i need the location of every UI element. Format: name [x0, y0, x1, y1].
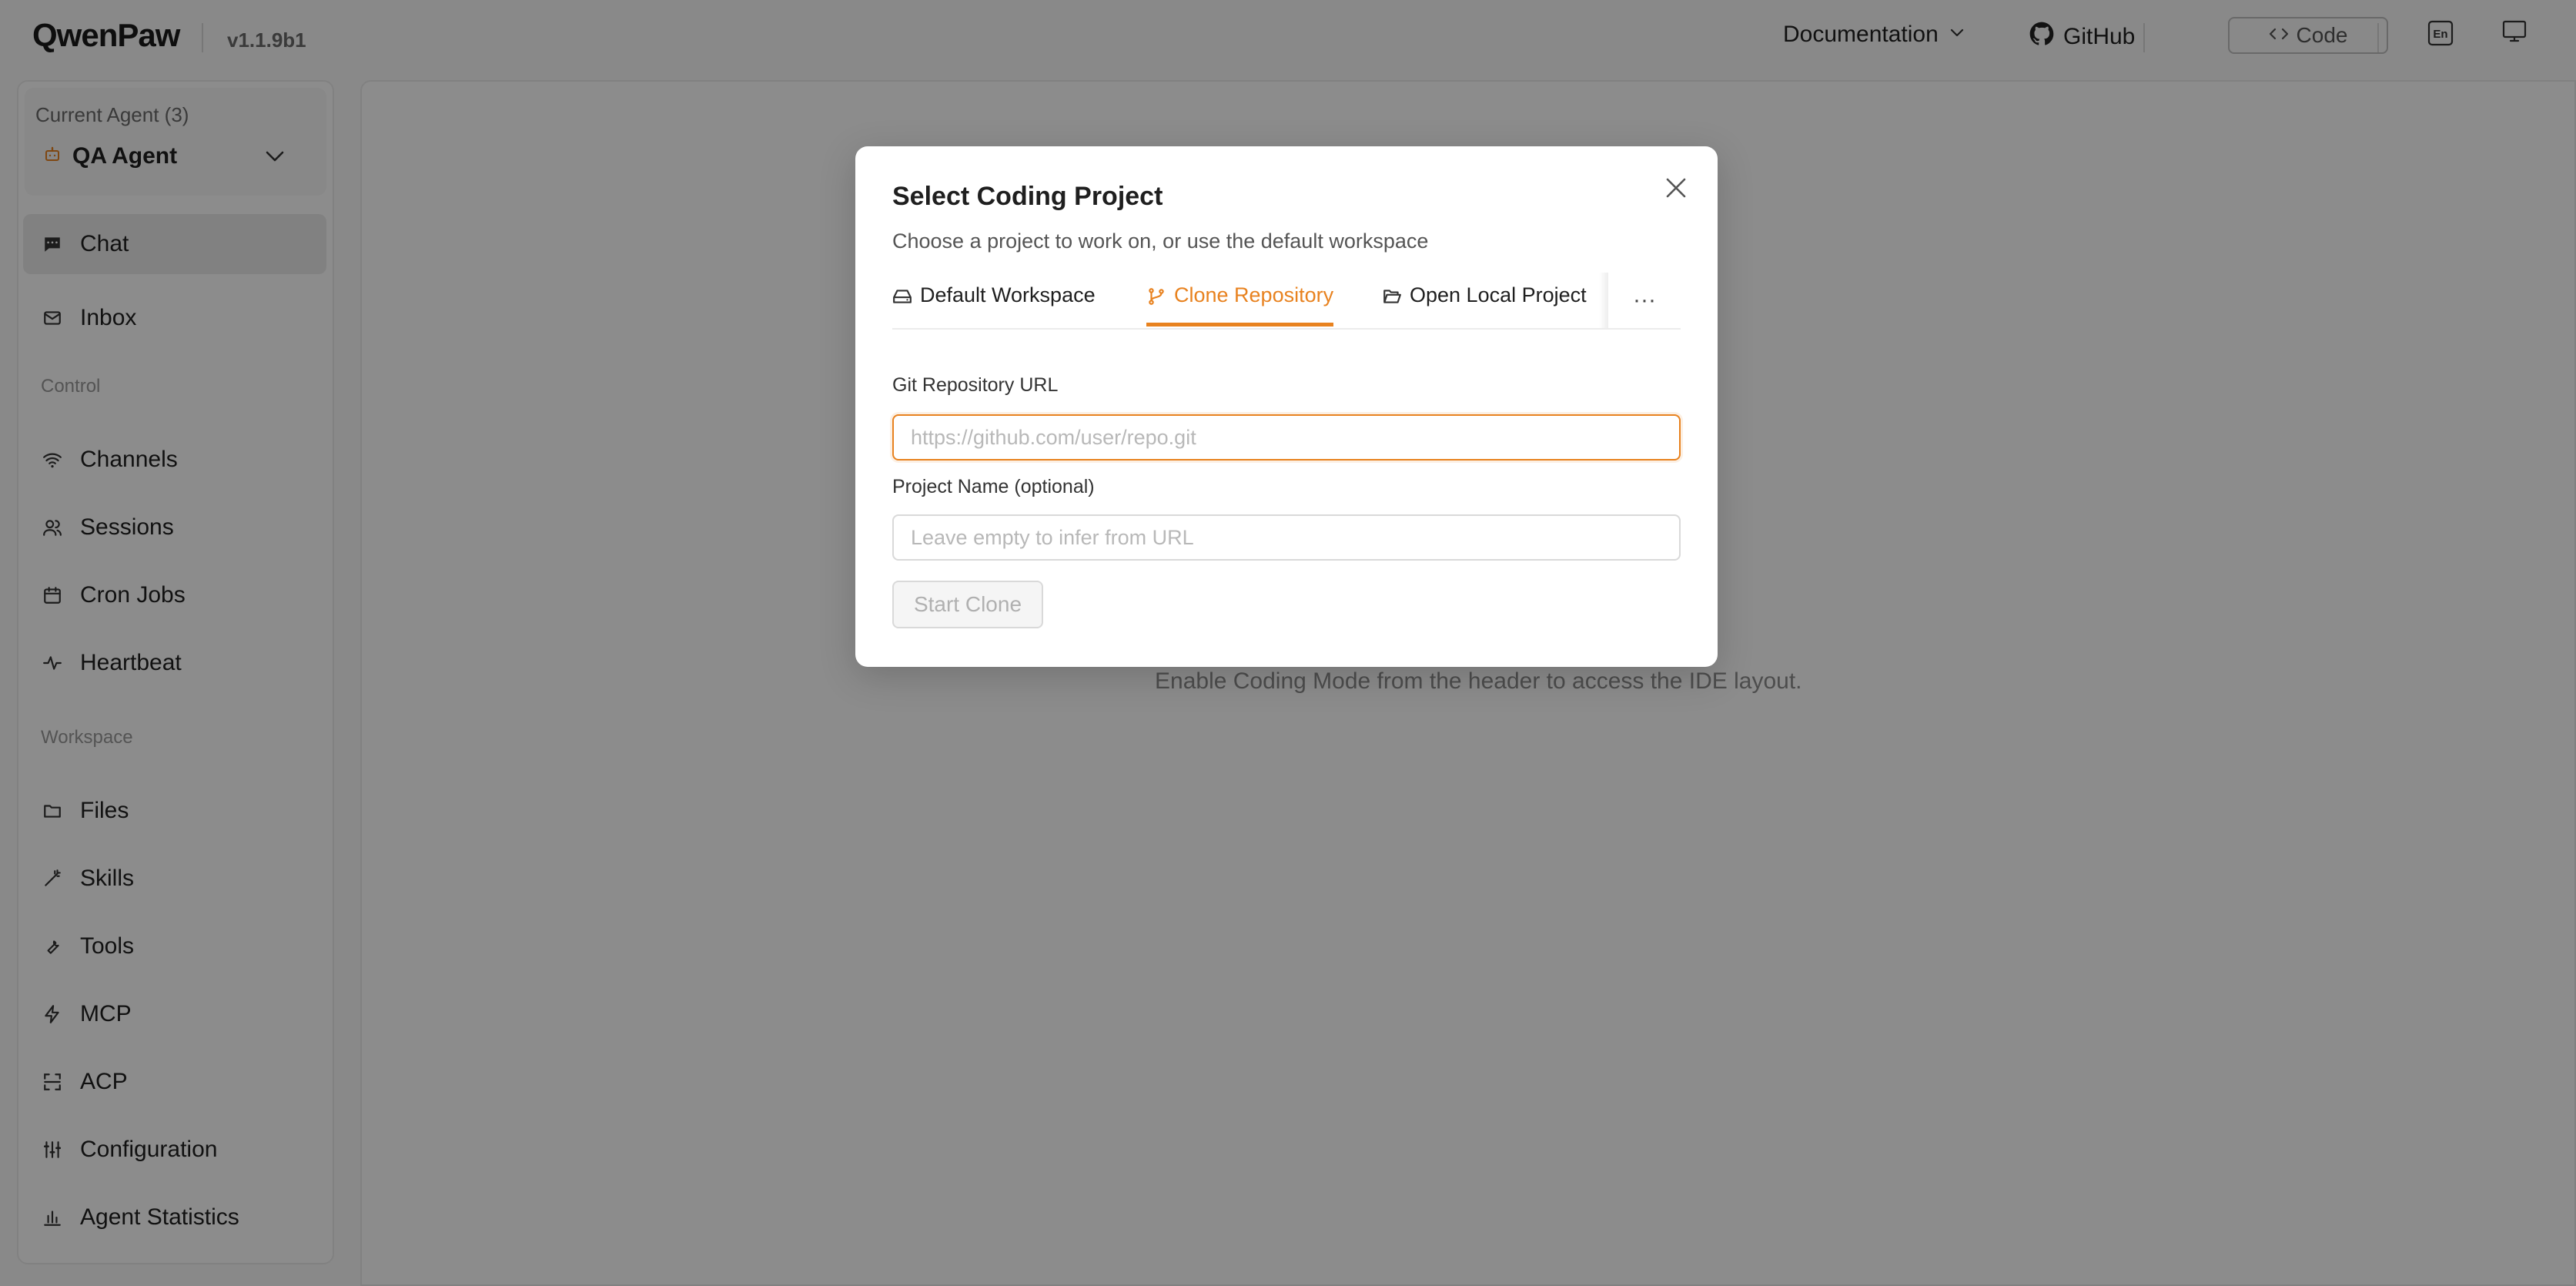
start-clone-button[interactable]: Start Clone	[892, 581, 1043, 628]
close-icon	[1666, 178, 1686, 198]
project-name-label: Project Name (optional)	[892, 476, 1095, 497]
tab-default-workspace[interactable]: Default Workspace	[892, 283, 1096, 327]
select-project-modal: Select Coding Project Choose a project t…	[855, 146, 1718, 667]
tab-clone-repository[interactable]: Clone Repository	[1146, 283, 1334, 327]
drive-icon	[893, 290, 912, 303]
project-name-input[interactable]	[892, 514, 1681, 561]
git-branch-icon	[1149, 288, 1164, 305]
git-url-label: Git Repository URL	[892, 374, 1059, 396]
close-button[interactable]	[1661, 172, 1691, 203]
tab-label: Default Workspace	[920, 283, 1096, 306]
project-tabs: Default Workspace Clone Repository Open …	[892, 273, 1681, 330]
tabs-more-button[interactable]: ···	[1608, 273, 1681, 328]
tab-open-local-project[interactable]: Open Local Project	[1382, 283, 1587, 327]
tab-scroll-shadow	[1599, 273, 1608, 328]
git-url-input[interactable]	[892, 414, 1681, 460]
modal-subtitle: Choose a project to work on, or use the …	[892, 229, 1429, 253]
app-root: QwenPaw v1.1.9b1 Documentation GitHub Co…	[0, 0, 2576, 1286]
folder-open-icon	[1383, 290, 1401, 303]
tab-label: Clone Repository	[1174, 283, 1334, 306]
tab-label: Open Local Project	[1410, 283, 1587, 306]
modal-title: Select Coding Project	[892, 182, 1163, 211]
